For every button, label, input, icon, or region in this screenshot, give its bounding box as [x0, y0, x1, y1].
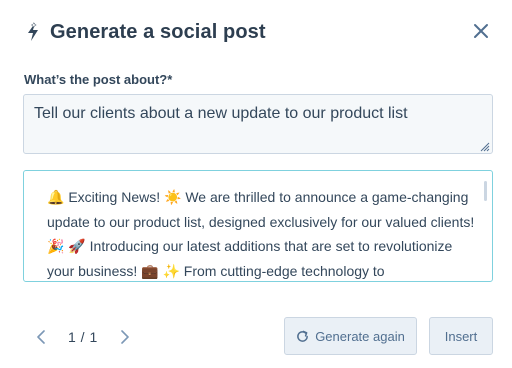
- close-icon: [474, 24, 488, 38]
- dialog-header: Generate a social post: [26, 16, 492, 48]
- ai-sparkle-icon: [26, 21, 42, 43]
- generated-post-box[interactable]: 🔔 Exciting News! ☀️ We are thrilled to a…: [23, 170, 493, 282]
- chevron-right-icon: [120, 330, 129, 344]
- generate-again-button[interactable]: Generate again: [284, 317, 417, 355]
- generate-social-post-dialog: Generate a social post What’s the post a…: [0, 0, 512, 368]
- next-result-button[interactable]: [118, 329, 132, 345]
- result-pager: 1 / 1: [34, 326, 132, 348]
- generated-post-text: 🔔 Exciting News! ☀️ We are thrilled to a…: [47, 189, 475, 279]
- prompt-label: What’s the post about?*: [24, 72, 173, 87]
- chevron-left-icon: [37, 330, 45, 344]
- close-button[interactable]: [470, 20, 492, 42]
- result-scrollbar[interactable]: [484, 181, 487, 201]
- prompt-input[interactable]: Tell our clients about a new update to o…: [23, 94, 493, 154]
- refresh-icon: [296, 330, 309, 343]
- resize-handle-icon[interactable]: [478, 140, 490, 152]
- result-count: 1 / 1: [68, 329, 98, 345]
- generate-again-label: Generate again: [315, 328, 405, 344]
- insert-label: Insert: [444, 328, 478, 344]
- dialog-title: Generate a social post: [50, 20, 266, 43]
- insert-button[interactable]: Insert: [429, 317, 493, 355]
- previous-result-button[interactable]: [34, 329, 48, 345]
